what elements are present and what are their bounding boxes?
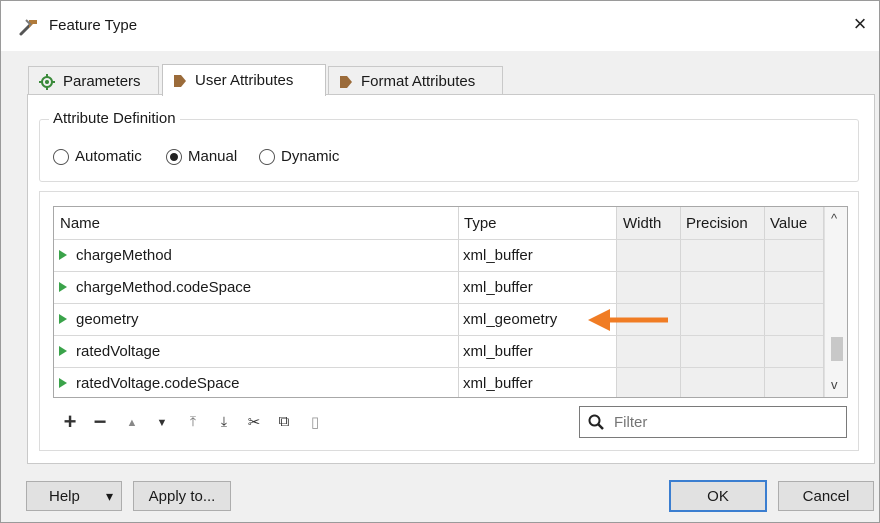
scroll-up-icon[interactable]: ^ [831,211,837,226]
scrollbar-thumb[interactable] [831,337,843,361]
header-precision[interactable]: Precision [686,215,748,232]
radio-label: Dynamic [281,148,340,165]
row-type: xml_buffer [463,343,533,360]
help-button[interactable]: Help ▾ [26,481,122,511]
radio-automatic[interactable]: Automatic [53,148,142,165]
move-up-icon[interactable]: ▲ [121,417,143,429]
attribute-definition-group [39,119,859,182]
row-divider [54,239,823,240]
tab-label: User Attributes [195,72,294,89]
row-divider [54,367,823,368]
row-type: xml_buffer [463,247,533,264]
row-name: ratedVoltage.codeSpace [76,375,240,392]
expand-arrow-icon[interactable] [59,378,67,388]
window-title: Feature Type [49,17,138,34]
row-name: ratedVoltage [76,343,161,360]
expand-arrow-icon[interactable] [59,282,67,292]
move-top-icon[interactable]: ⤒ [182,413,204,430]
radio-circle [166,148,182,165]
ok-button[interactable]: OK [669,480,767,512]
row-name: chargeMethod.codeSpace [76,279,252,296]
fme-wrench-icon [19,19,37,36]
add-icon[interactable]: + [59,409,81,435]
move-bottom-icon[interactable]: ⤓ [213,413,235,430]
tab-format-attributes[interactable]: Format Attributes [328,66,503,96]
search-icon [588,414,604,430]
radio-circle [53,148,69,165]
remove-icon[interactable]: − [89,409,111,435]
radio-manual[interactable]: Manual [166,148,237,165]
radio-selected-dot [170,152,178,161]
title-bar: Feature Type × [1,1,879,51]
tab-user-attributes[interactable]: User Attributes [162,64,326,96]
row-type: xml_buffer [463,375,533,392]
scroll-down-icon[interactable]: v [831,377,838,392]
move-down-icon[interactable]: ▼ [151,417,173,429]
filter-field[interactable] [579,406,847,438]
paste-icon[interactable]: ▯ [304,413,326,431]
copy-icon[interactable]: ⧉ [273,413,295,430]
gear-icon [39,73,55,90]
apply-to-label: Apply to... [148,487,216,505]
feature-type-dialog: Feature Type × Parameters User Attribute… [0,0,880,523]
cut-icon[interactable]: ✂ [243,413,265,431]
cancel-label: Cancel [802,487,850,505]
expand-arrow-icon[interactable] [59,346,67,356]
header-type[interactable]: Type [464,215,497,232]
row-type: xml_buffer [463,279,533,296]
apply-to-button[interactable]: Apply to... [133,481,231,511]
row-name: chargeMethod [76,247,172,264]
expand-arrow-icon[interactable] [59,314,67,324]
help-label: Help [49,487,80,505]
filter-input[interactable] [612,411,840,433]
row-divider [54,303,823,304]
header-value[interactable]: Value [770,215,807,232]
tab-label: Format Attributes [361,73,476,90]
tab-parameters[interactable]: Parameters [28,66,159,96]
radio-label: Manual [188,148,238,165]
row-divider [54,271,823,272]
attribute-arrow-icon [340,75,352,88]
row-divider [54,335,823,336]
attribute-table: Name Type Width Precision Value chargeMe… [53,206,848,398]
header-width[interactable]: Width [623,215,661,232]
group-legend: Attribute Definition [49,110,180,127]
chevron-down-icon[interactable]: ▾ [106,488,113,505]
tab-label: Parameters [63,73,141,90]
attribute-arrow-icon [174,74,186,87]
radio-label: Automatic [75,148,142,165]
row-name: geometry [76,311,139,328]
expand-arrow-icon[interactable] [59,250,67,260]
vertical-scrollbar[interactable]: ^ v [824,207,847,397]
radio-dynamic[interactable]: Dynamic [259,148,339,165]
close-icon[interactable]: × [849,13,871,37]
radio-circle [259,148,275,165]
annotation-arrow-icon [588,309,668,331]
row-type: xml_geometry [463,311,558,328]
header-name[interactable]: Name [60,215,100,232]
cancel-button[interactable]: Cancel [778,481,874,511]
ok-label: OK [707,487,729,505]
